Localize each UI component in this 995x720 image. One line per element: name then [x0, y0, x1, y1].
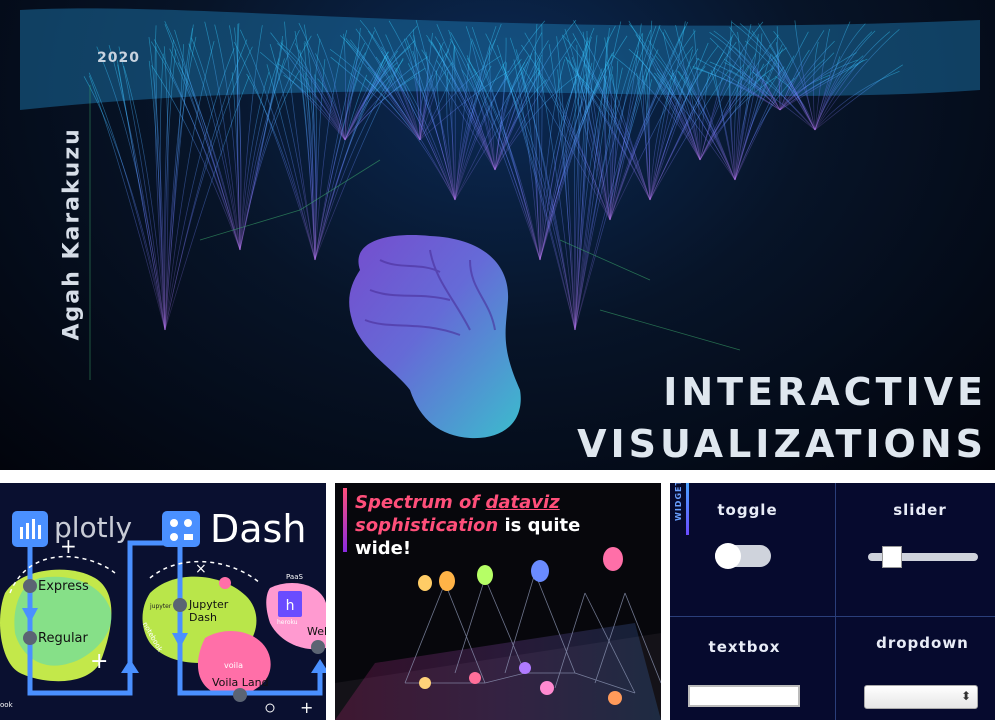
book-label: ook — [0, 701, 13, 709]
heroku-label: heroku — [277, 619, 298, 626]
dropdown-label: dropdown — [876, 634, 969, 652]
dropdown-caret-icon: ⬍ — [960, 689, 971, 703]
web-label: Web — [307, 625, 326, 638]
toggle-switch[interactable] — [715, 543, 771, 569]
title-line-2: VISUALIZATIONS — [577, 422, 987, 466]
widgets-panel: WIDGETS toggle slider textbox dropdown ⬍ — [670, 483, 995, 720]
caption-accent-bar — [343, 488, 347, 552]
grid-divider-horizontal — [670, 616, 995, 617]
slider-label: slider — [893, 501, 947, 519]
title-line-1: INTERACTIVE — [663, 370, 987, 414]
widgets-side-label: WIDGETS — [674, 483, 683, 521]
svg-text:+: + — [90, 649, 108, 674]
widgets-accent-bar — [686, 483, 689, 535]
caption-dataviz: dataviz — [485, 492, 560, 513]
caption-pink-2: sophistication — [355, 515, 499, 536]
year-label: 2020 — [97, 50, 140, 66]
dash-ecosystem-panel: h + + × + plotly Dash Express Regular Ju… — [0, 483, 326, 720]
caption-line-3: wide! — [355, 538, 412, 559]
caption-white: is quite — [498, 515, 581, 536]
svg-text:h: h — [286, 598, 295, 614]
jupyter-small-label: jupyter — [150, 603, 172, 610]
spectrum-photo-panel: Spectrum of dataviz sophistication is qu… — [335, 483, 661, 720]
svg-text:+: + — [300, 698, 313, 717]
author-name: Agah Karakuzu — [59, 127, 85, 341]
spectrum-caption: Spectrum of dataviz sophistication is qu… — [355, 491, 645, 560]
voila-small-label: voila — [224, 661, 243, 670]
svg-text:×: × — [195, 561, 207, 577]
textbox-label: textbox — [708, 638, 781, 656]
caption-pink-1: Spectrum of — [355, 492, 486, 513]
grid-divider-vertical — [835, 483, 836, 720]
dash-label: Dash — [210, 507, 307, 551]
plotly-label: plotly — [54, 511, 133, 544]
slider-handle[interactable] — [881, 546, 902, 568]
jupyter-dash-label: Jupyter Dash — [189, 598, 229, 624]
express-label: Express — [38, 579, 89, 594]
hero-banner: 2020 Agah Karakuzu INTERACTIVE VISUALIZA… — [0, 0, 995, 470]
voila-land-label: Voila Land — [212, 676, 269, 689]
textbox-input[interactable] — [688, 685, 800, 707]
dropdown-select[interactable]: ⬍ — [864, 685, 978, 709]
regular-label: Regular — [38, 631, 88, 646]
toggle-label: toggle — [717, 501, 778, 519]
paas-label: PaaS — [286, 573, 303, 581]
toggle-knob[interactable] — [715, 543, 741, 569]
